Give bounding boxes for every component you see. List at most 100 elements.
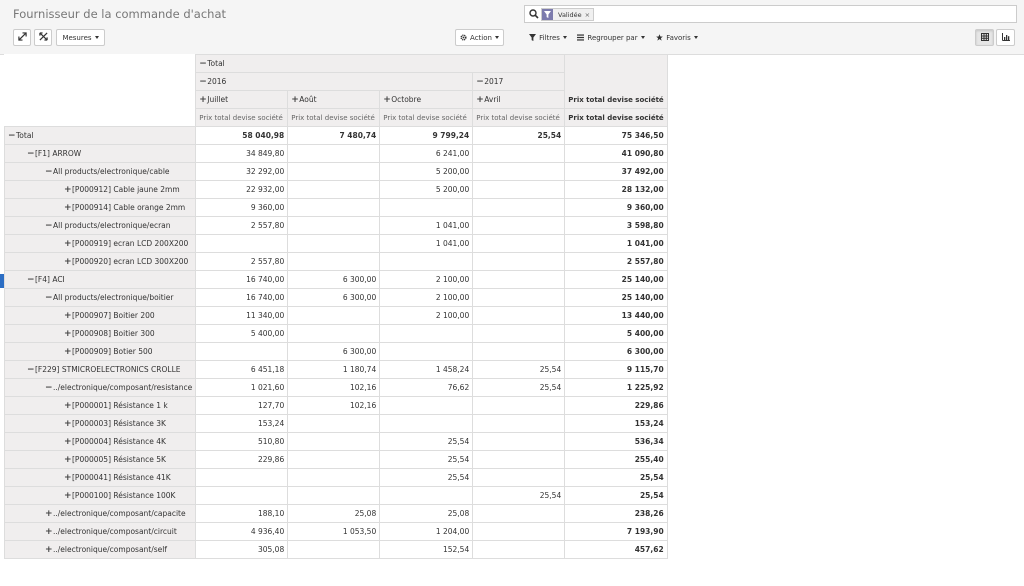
cell-juillet[interactable]: 2 557,80 [195, 216, 289, 235]
cell-octobre[interactable] [379, 342, 474, 361]
graph-view-button[interactable] [996, 29, 1015, 46]
cell-octobre[interactable]: 25,54 [379, 450, 474, 469]
col-header-octobre[interactable]: +Octobre [379, 90, 474, 109]
cell-total[interactable]: 1 225,92 [564, 378, 668, 397]
cell-juillet[interactable] [195, 468, 289, 487]
cell-aout[interactable] [287, 486, 381, 505]
cell-total[interactable]: 25 140,00 [564, 270, 668, 289]
cell-avril[interactable]: 25,54 [472, 486, 566, 505]
cell-octobre[interactable]: 25,54 [379, 432, 474, 451]
row-header[interactable]: +[P000004] Résistance 4K [3, 432, 197, 451]
cell-aout[interactable] [287, 234, 381, 253]
measure-header[interactable]: Prix total devise société [287, 108, 381, 127]
cell-total[interactable]: 41 090,80 [564, 144, 668, 163]
cell-avril[interactable]: 25,54 [472, 126, 566, 145]
cell-juillet[interactable]: 153,24 [195, 414, 289, 433]
cell-avril[interactable]: 25,54 [472, 378, 566, 397]
col-header-2017[interactable]: −2017 [472, 72, 566, 91]
cell-aout[interactable]: 6 300,00 [287, 288, 381, 307]
cell-octobre[interactable]: 5 200,00 [379, 180, 474, 199]
cell-octobre[interactable]: 1 041,00 [379, 234, 474, 253]
col-header-2016[interactable]: −2016 [195, 72, 474, 91]
cell-octobre[interactable] [379, 324, 474, 343]
cell-aout[interactable] [287, 468, 381, 487]
cell-juillet[interactable]: 16 740,00 [195, 288, 289, 307]
cell-avril[interactable] [472, 144, 566, 163]
row-header[interactable]: +[P000041] Résistance 41K [3, 468, 197, 487]
col-header-total[interactable]: −Total [195, 54, 566, 73]
cell-juillet[interactable] [195, 342, 289, 361]
measure-header[interactable]: Prix total devise société [564, 108, 668, 127]
cell-avril[interactable] [472, 522, 566, 541]
expand-all-button[interactable] [13, 29, 31, 46]
row-header[interactable]: +[P000920] ecran LCD 300X200 [3, 252, 197, 271]
cell-octobre[interactable]: 25,54 [379, 468, 474, 487]
filter-facet[interactable]: Validée × [541, 8, 595, 21]
row-header[interactable]: +../electronique/composant/capacite [3, 504, 197, 523]
cell-avril[interactable] [472, 450, 566, 469]
cell-avril[interactable] [472, 540, 566, 559]
cell-octobre[interactable] [379, 252, 474, 271]
cell-avril[interactable] [472, 180, 566, 199]
row-header[interactable]: −All products/electronique/boitier [3, 288, 197, 307]
cell-aout[interactable] [287, 180, 381, 199]
cell-total[interactable]: 2 557,80 [564, 252, 668, 271]
cell-avril[interactable] [472, 162, 566, 181]
filters-button[interactable]: Filtres [526, 29, 570, 46]
row-header[interactable]: −[F1] ARROW [3, 144, 197, 163]
cell-octobre[interactable] [379, 198, 474, 217]
cell-octobre[interactable]: 25,08 [379, 504, 474, 523]
cell-octobre[interactable]: 6 241,00 [379, 144, 474, 163]
row-header[interactable]: +../electronique/composant/circuit [3, 522, 197, 541]
cell-aout[interactable] [287, 324, 381, 343]
cell-aout[interactable]: 25,08 [287, 504, 381, 523]
cell-juillet[interactable]: 127,70 [195, 396, 289, 415]
cell-octobre[interactable]: 76,62 [379, 378, 474, 397]
cell-aout[interactable] [287, 198, 381, 217]
cell-juillet[interactable]: 34 849,80 [195, 144, 289, 163]
cell-juillet[interactable]: 6 451,18 [195, 360, 289, 379]
cell-octobre[interactable]: 1 041,00 [379, 216, 474, 235]
cell-juillet[interactable]: 9 360,00 [195, 198, 289, 217]
cell-aout[interactable] [287, 306, 381, 325]
measure-header[interactable]: Prix total devise société [195, 108, 289, 127]
cell-octobre[interactable]: 1 204,00 [379, 522, 474, 541]
cell-juillet[interactable]: 4 936,40 [195, 522, 289, 541]
row-header[interactable]: −Total [3, 126, 197, 145]
search-bar[interactable]: Validée × [524, 5, 1017, 23]
cell-juillet[interactable]: 22 932,00 [195, 180, 289, 199]
cell-aout[interactable]: 6 300,00 [287, 270, 381, 289]
cell-avril[interactable] [472, 306, 566, 325]
cell-aout[interactable]: 1 180,74 [287, 360, 381, 379]
row-header[interactable]: +[P000100] Résistance 100K [3, 486, 197, 505]
cell-aout[interactable] [287, 162, 381, 181]
row-header[interactable]: +[P000001] Résistance 1 k [3, 396, 197, 415]
row-header[interactable]: +[P000909] Botier 500 [3, 342, 197, 361]
row-header[interactable]: +[P000908] Boitier 300 [3, 324, 197, 343]
col-header-avril[interactable]: +Avril [472, 90, 566, 109]
cell-avril[interactable] [472, 252, 566, 271]
cell-juillet[interactable]: 11 340,00 [195, 306, 289, 325]
cell-total[interactable]: 5 400,00 [564, 324, 668, 343]
search-icon[interactable] [529, 9, 539, 21]
cell-total[interactable]: 255,40 [564, 450, 668, 469]
cell-aout[interactable] [287, 414, 381, 433]
row-header[interactable]: +[P000914] Cable orange 2mm [3, 198, 197, 217]
cell-total[interactable]: 229,86 [564, 396, 668, 415]
cell-aout[interactable]: 1 053,50 [287, 522, 381, 541]
cell-octobre[interactable]: 2 100,00 [379, 306, 474, 325]
row-header[interactable]: +[P000003] Résistance 3K [3, 414, 197, 433]
cell-octobre[interactable] [379, 486, 474, 505]
col-header-juillet[interactable]: +Juillet [195, 90, 289, 109]
cell-octobre[interactable] [379, 396, 474, 415]
groupby-button[interactable]: Regrouper par [574, 29, 648, 46]
cell-total[interactable]: 7 193,90 [564, 522, 668, 541]
cell-total[interactable]: 37 492,00 [564, 162, 668, 181]
row-header[interactable]: −All products/electronique/ecran [3, 216, 197, 235]
cell-total[interactable]: 13 440,00 [564, 306, 668, 325]
cell-juillet[interactable] [195, 486, 289, 505]
measure-header[interactable]: Prix total devise société [472, 108, 566, 127]
flip-axis-button[interactable] [34, 29, 52, 46]
cell-total[interactable]: 238,26 [564, 504, 668, 523]
favorites-button[interactable]: Favoris [651, 29, 703, 46]
